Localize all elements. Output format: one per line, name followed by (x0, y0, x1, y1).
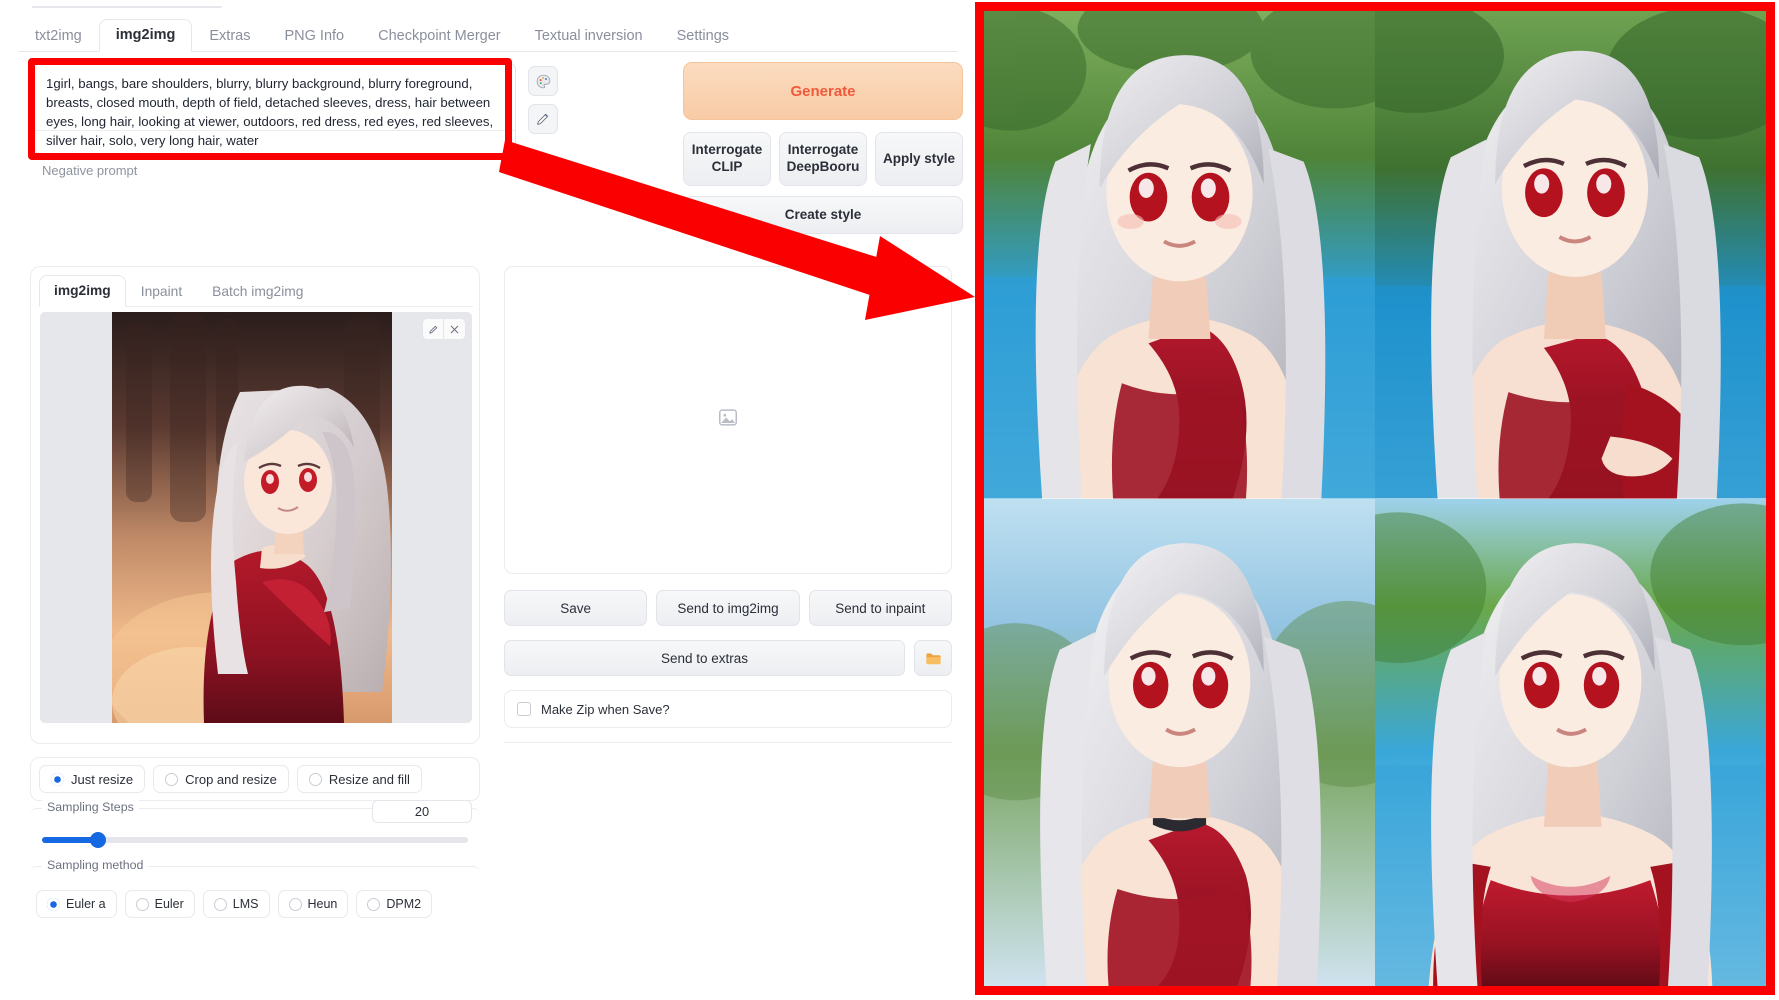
tab-txt2img[interactable]: txt2img (18, 20, 99, 53)
send-to-extras-row: Send to extras (504, 640, 952, 676)
source-image-toolbar (422, 318, 466, 340)
clear-prompt-icon[interactable] (528, 104, 558, 134)
radio-indicator (47, 897, 60, 911)
generated-image-1[interactable] (984, 11, 1375, 499)
sampling-steps-group: Sampling Steps 20 (30, 800, 480, 856)
resize-mode-resize-and-fill[interactable]: Resize and fill (296, 765, 422, 793)
sampling-method-label: Sampling method (42, 858, 149, 872)
slider-handle[interactable] (90, 832, 106, 848)
generated-image-4[interactable] (1375, 498, 1766, 986)
tab-extras[interactable]: Extras (192, 20, 267, 53)
subtab-inpaint[interactable]: Inpaint (126, 276, 197, 307)
radio-indicator (165, 772, 179, 786)
make-zip-label: Make Zip when Save? (541, 701, 670, 717)
radio-indicator (51, 772, 64, 786)
sampling-steps-value[interactable]: 20 (372, 800, 472, 823)
send-to-extras-button[interactable]: Send to extras (504, 640, 905, 676)
resize-mode-group: Just resize Crop and resize Resize and f… (30, 757, 480, 801)
generate-button[interactable]: Generate (683, 62, 963, 120)
sampling-method-group: Sampling method Euler a Euler LMS Heun D… (30, 858, 480, 918)
sampling-method-option-label: Heun (307, 897, 338, 911)
make-zip-row[interactable]: Make Zip when Save? (504, 690, 952, 728)
image-placeholder-icon (717, 407, 739, 434)
results-bottom-divider (504, 742, 952, 743)
source-image-preview (112, 312, 392, 723)
edit-icon[interactable] (423, 319, 444, 339)
prompt-tool-buttons (528, 66, 562, 142)
top-divider (32, 6, 222, 8)
prompt-textarea[interactable]: 1girl, bangs, bare shoulders, blurry, bl… (32, 62, 516, 154)
resize-mode-label: Crop and resize (185, 771, 277, 787)
radio-indicator (308, 772, 322, 786)
source-image-canvas[interactable] (40, 312, 472, 723)
resize-mode-crop-and-resize[interactable]: Crop and resize (153, 765, 289, 793)
app-window: txt2img img2img Extras PNG Info Checkpoi… (0, 0, 1779, 1000)
interrogate-button-row: Interrogate CLIP Interrogate DeepBooru A… (683, 132, 963, 186)
subtab-img2img[interactable]: img2img (39, 275, 126, 307)
negative-prompt-placeholder: Negative prompt (42, 163, 138, 178)
generate-area: Generate Interrogate CLIP Interrogate De… (683, 62, 963, 234)
create-style-button[interactable]: Create style (683, 196, 963, 234)
tab-img2img[interactable]: img2img (98, 18, 193, 52)
sampling-method-lms[interactable]: LMS (202, 890, 270, 918)
generated-image-2[interactable] (1375, 11, 1766, 499)
prompt-divider (33, 130, 515, 131)
prompt-row: 1girl, bangs, bare shoulders, blurry, bl… (32, 62, 963, 234)
sampling-method-option-label: LMS (232, 897, 259, 911)
img2img-source-panel: img2img Inpaint Batch img2img (30, 266, 480, 744)
sampling-method-option-label: DPM2 (386, 897, 422, 911)
radio-indicator (135, 897, 149, 911)
result-action-row: Save Send to img2img Send to inpaint (504, 590, 952, 626)
interrogate-clip-button[interactable]: Interrogate CLIP (683, 132, 771, 186)
webui-left-area: txt2img img2img Extras PNG Info Checkpoi… (0, 0, 975, 1000)
prompt-text: 1girl, bangs, bare shoulders, blurry, bl… (46, 76, 494, 148)
sampling-steps-slider[interactable] (42, 832, 468, 848)
main-tab-bar: txt2img img2img Extras PNG Info Checkpoi… (18, 16, 958, 52)
interrogate-deepbooru-button[interactable]: Interrogate DeepBooru (779, 132, 867, 186)
sampling-method-option-label: Euler (154, 897, 184, 911)
send-to-img2img-button[interactable]: Send to img2img (656, 590, 800, 626)
resize-mode-label: Just resize (71, 771, 134, 787)
paste-style-icon[interactable] (528, 66, 558, 96)
sampling-method-euler-a[interactable]: Euler a (36, 890, 117, 918)
generated-image-gallery[interactable] (975, 2, 1775, 995)
tab-checkpoint-merger[interactable]: Checkpoint Merger (361, 20, 518, 53)
sampling-method-options: Euler a Euler LMS Heun DPM2 (36, 890, 433, 918)
resize-mode-label: Resize and fill (328, 771, 410, 787)
radio-indicator (367, 897, 381, 911)
subtab-batch-img2img[interactable]: Batch img2img (197, 276, 318, 307)
tab-textual-inversion[interactable]: Textual inversion (518, 20, 660, 53)
sampling-method-option-label: Euler a (66, 897, 106, 911)
make-zip-checkbox[interactable] (517, 702, 531, 716)
tab-png-info[interactable]: PNG Info (267, 20, 361, 53)
sampling-method-heun[interactable]: Heun (277, 890, 349, 918)
resize-mode-just-resize[interactable]: Just resize (39, 765, 146, 793)
img2img-sub-tab-bar: img2img Inpaint Batch img2img (39, 273, 473, 307)
sampling-method-euler[interactable]: Euler (124, 890, 195, 918)
save-button[interactable]: Save (504, 590, 648, 626)
apply-style-button[interactable]: Apply style (875, 132, 963, 186)
folder-icon[interactable] (914, 640, 952, 676)
radio-indicator (288, 897, 302, 911)
sampling-method-dpm2[interactable]: DPM2 (356, 890, 433, 918)
generated-image-3[interactable] (984, 498, 1375, 986)
sampling-steps-label: Sampling Steps (42, 800, 139, 814)
tab-settings[interactable]: Settings (660, 20, 746, 53)
close-icon[interactable] (444, 319, 465, 339)
radio-indicator (213, 897, 227, 911)
gallery-grid (984, 11, 1766, 986)
result-gallery-panel[interactable] (504, 266, 952, 574)
send-to-inpaint-button[interactable]: Send to inpaint (808, 590, 952, 626)
